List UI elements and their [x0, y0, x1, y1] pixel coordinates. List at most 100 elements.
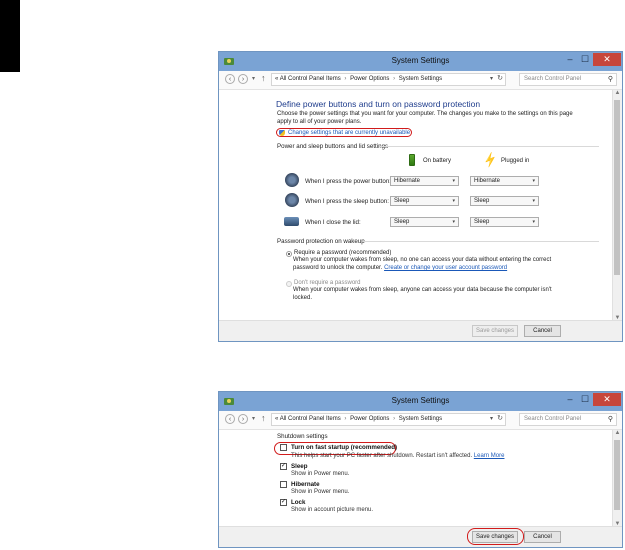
breadcrumb-item-power-options[interactable]: Power Options [350, 416, 389, 422]
uac-shield-icon [279, 130, 285, 136]
breadcrumb-overflow[interactable]: « [275, 416, 278, 422]
window-title: System Settings [391, 396, 450, 405]
search-placeholder: Search Control Panel [524, 76, 582, 82]
content-area: Define power buttons and turn on passwor… [219, 90, 613, 321]
chevron-down-icon: ▾ [532, 219, 535, 225]
fast-startup-label[interactable]: Turn on fast startup (recommended) [291, 444, 397, 451]
require-password-label[interactable]: Require a password (recommended) [294, 250, 391, 256]
select-value: Sleep [474, 219, 490, 225]
back-arrow-icon[interactable]: ‹ [225, 414, 235, 424]
lock-desc: Show in account picture menu. [291, 507, 374, 513]
power-button-battery-select[interactable]: Hibernate ▾ [390, 176, 459, 186]
select-value: Sleep [394, 219, 410, 225]
close-lid-plugged-select[interactable]: Sleep ▾ [470, 217, 539, 227]
up-arrow-icon[interactable]: ↑ [261, 73, 266, 83]
breadcrumb-separator-icon: › [344, 416, 347, 422]
breadcrumb[interactable]: « All Control Panel Items › Power Option… [271, 73, 506, 86]
breadcrumb-item-all-items[interactable]: All Control Panel Items [280, 76, 341, 82]
vertical-scrollbar[interactable]: ▲ ▼ [612, 90, 622, 321]
chevron-down-icon: ▾ [532, 178, 535, 184]
title-bar[interactable]: System Settings – ☐ ✕ [219, 392, 622, 411]
search-input[interactable]: Search Control Panel ⚲ [519, 413, 617, 426]
recent-locations-chevron-icon[interactable]: ▾ [252, 75, 255, 82]
scroll-thumb[interactable] [614, 100, 620, 275]
search-icon[interactable]: ⚲ [608, 415, 613, 423]
black-edge-tab [0, 0, 20, 72]
breadcrumb-item-all-items[interactable]: All Control Panel Items [280, 416, 341, 422]
chevron-down-icon: ▾ [452, 219, 455, 225]
sleep-checkbox[interactable]: ✓ [280, 463, 287, 470]
vertical-scrollbar[interactable]: ▲ ▼ [612, 430, 622, 527]
sleep-button-plugged-select[interactable]: Sleep ▾ [470, 196, 539, 206]
change-settings-link[interactable]: Change settings that are currently unava… [276, 128, 412, 137]
recent-locations-chevron-icon[interactable]: ▾ [252, 415, 255, 422]
content-area: Shutdown settings Turn on fast startup (… [219, 430, 613, 527]
cancel-button[interactable]: Cancel [524, 531, 561, 543]
search-placeholder: Search Control Panel [524, 416, 582, 422]
forward-arrow-icon[interactable]: › [238, 74, 248, 84]
dialog-footer: Save changes Cancel [219, 526, 622, 547]
sleep-button-battery-select[interactable]: Sleep ▾ [390, 196, 459, 206]
close-button[interactable]: ✕ [593, 53, 621, 66]
require-password-desc-line1: When your computer wakes from sleep, no … [293, 257, 552, 263]
breadcrumb[interactable]: « All Control Panel Items › Power Option… [271, 413, 506, 426]
address-bar: ‹ › ▾ ↑ « All Control Panel Items › Powe… [219, 411, 622, 430]
up-arrow-icon[interactable]: ↑ [261, 413, 266, 423]
minimize-button[interactable]: – [563, 53, 577, 66]
section-title-password: Password protection on wakeup [277, 238, 365, 245]
page-title: Define power buttons and turn on passwor… [276, 99, 481, 109]
breadcrumb-item-power-options[interactable]: Power Options [350, 76, 389, 82]
address-dropdown-icon[interactable]: ▾ [490, 415, 493, 422]
cancel-button[interactable]: Cancel [524, 325, 561, 337]
minimize-button[interactable]: – [563, 393, 577, 406]
save-changes-button[interactable]: Save changes [472, 531, 518, 543]
breadcrumb-separator-icon: › [344, 76, 347, 82]
title-bar[interactable]: System Settings – ☐ ✕ [219, 52, 622, 71]
fast-startup-checkbox[interactable] [280, 444, 287, 451]
no-password-radio[interactable] [286, 281, 292, 287]
power-button-plugged-select[interactable]: Hibernate ▾ [470, 176, 539, 186]
back-arrow-icon[interactable]: ‹ [225, 74, 235, 84]
breadcrumb-overflow[interactable]: « [275, 76, 278, 82]
address-dropdown-icon[interactable]: ▾ [490, 75, 493, 82]
close-button[interactable]: ✕ [593, 393, 621, 406]
no-password-label[interactable]: Don't require a password [294, 280, 361, 286]
refresh-icon[interactable]: ↻ [497, 414, 503, 422]
hibernate-checkbox[interactable] [280, 481, 287, 488]
create-password-link[interactable]: Create or change your user account passw… [384, 265, 507, 271]
no-password-desc-line2: locked. [293, 295, 313, 301]
lock-checkbox[interactable]: ✓ [280, 499, 287, 506]
require-password-radio[interactable] [286, 251, 292, 257]
section-divider [379, 146, 599, 147]
learn-more-link[interactable]: Learn More [474, 453, 505, 459]
power-button-label: When I press the power button: [305, 178, 391, 185]
scroll-up-icon[interactable]: ▲ [613, 430, 622, 436]
search-input[interactable]: Search Control Panel ⚲ [519, 73, 617, 86]
breadcrumb-separator-icon: › [393, 76, 396, 82]
maximize-button[interactable]: ☐ [578, 393, 592, 406]
search-icon[interactable]: ⚲ [608, 75, 613, 83]
lock-label[interactable]: Lock [291, 499, 305, 506]
page-intro: Choose the power settings that you want … [277, 111, 573, 125]
maximize-button[interactable]: ☐ [578, 53, 592, 66]
forward-arrow-icon[interactable]: › [238, 414, 248, 424]
window-title: System Settings [391, 56, 450, 65]
sleep-button-icon [285, 193, 299, 207]
close-lid-battery-select[interactable]: Sleep ▾ [390, 217, 459, 227]
breadcrumb-item-system-settings[interactable]: System Settings [399, 416, 442, 422]
sleep-label[interactable]: Sleep [291, 463, 308, 470]
fast-startup-desc: This helps start your PC faster after sh… [291, 453, 504, 459]
hibernate-desc: Show in Power menu. [291, 489, 350, 495]
save-changes-button[interactable]: Save changes [472, 325, 518, 337]
chevron-down-icon: ▾ [532, 198, 535, 204]
scroll-thumb[interactable] [614, 440, 620, 510]
scroll-up-icon[interactable]: ▲ [613, 90, 622, 96]
require-password-desc-text: password to unlock the computer. [293, 265, 383, 271]
change-settings-label[interactable]: Change settings that are currently unava… [288, 130, 410, 136]
select-value: Sleep [474, 198, 490, 204]
close-lid-label: When I close the lid: [305, 219, 361, 226]
no-password-desc-line1: When your computer wakes from sleep, any… [293, 287, 552, 293]
breadcrumb-item-system-settings[interactable]: System Settings [399, 76, 442, 82]
hibernate-label[interactable]: Hibernate [291, 481, 320, 488]
refresh-icon[interactable]: ↻ [497, 74, 503, 82]
